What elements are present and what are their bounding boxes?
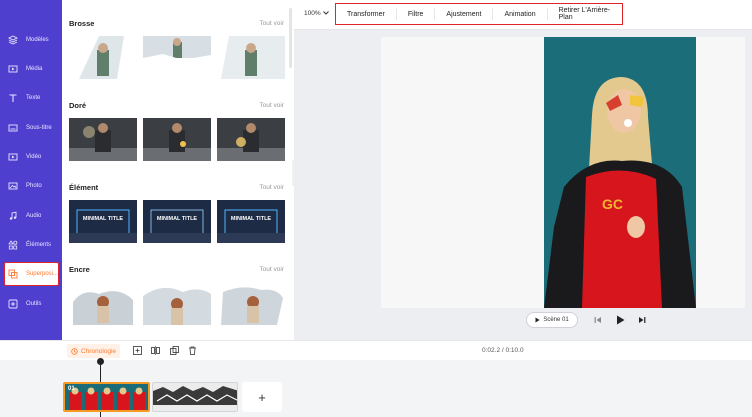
add-clip-button[interactable]: + <box>242 382 282 412</box>
preview-canvas[interactable]: GC <box>381 37 745 308</box>
sidebar-item-video[interactable]: Vidéo <box>4 145 59 169</box>
see-all-link[interactable]: Tout voir <box>259 20 284 27</box>
element-thumbnail[interactable]: MINIMAL TITLE <box>143 200 211 243</box>
trash-icon <box>189 346 196 355</box>
chronologie-label: Chronologie <box>81 347 117 355</box>
video-icon <box>7 151 19 163</box>
element-thumbnail[interactable]: MINIMAL TITLE <box>217 200 285 243</box>
sidebar-item-label: Vidéo <box>26 154 42 160</box>
previous-button[interactable] <box>591 313 605 327</box>
sidebar-item-label: Média <box>26 66 43 72</box>
overlay-icon <box>8 268 19 280</box>
elements-icon <box>7 239 19 251</box>
skip-back-icon <box>594 317 601 323</box>
playhead-handle[interactable] <box>97 358 104 365</box>
split-button[interactable] <box>150 345 161 356</box>
sidebar: Modèles Média Texte Sous-titre Vidéo Pho… <box>0 0 62 340</box>
sidebar-item-media[interactable]: Média <box>4 57 59 81</box>
play-icon <box>616 315 624 325</box>
sidebar-item-sous-titre[interactable]: Sous-titre <box>4 116 59 140</box>
timeline-clip-selected[interactable]: 01 <box>63 382 150 412</box>
add-scene-button[interactable] <box>132 345 143 356</box>
svg-text:GC: GC <box>602 196 623 212</box>
brush-thumbnail[interactable] <box>143 36 211 79</box>
next-button[interactable] <box>635 313 649 327</box>
scene-label: Scène 01 <box>543 317 569 323</box>
play-small-icon <box>535 317 540 323</box>
ink-thumbnail[interactable] <box>217 282 285 325</box>
photo-icon <box>7 180 19 192</box>
text-icon <box>7 92 19 104</box>
overlay-panel: Brosse Tout voir Doré Tout voir Élément … <box>62 0 294 340</box>
section-title: Encre <box>69 265 90 274</box>
remove-background-button[interactable]: Retirer L'Arrière-Plan <box>548 7 622 21</box>
adjustment-button[interactable]: Ajustement <box>435 8 494 20</box>
brush-thumbnail[interactable] <box>69 36 137 79</box>
see-all-link[interactable]: Tout voir <box>259 266 284 273</box>
section-title: Brosse <box>69 19 95 28</box>
edit-tools-group: Transformer Filtre Ajustement Animation … <box>335 3 623 25</box>
layers-icon <box>7 34 19 46</box>
brush-thumbnail[interactable] <box>217 36 285 79</box>
media-icon <box>7 63 19 75</box>
gold-thumbnail[interactable] <box>143 118 211 161</box>
tools-icon <box>7 298 19 310</box>
sidebar-item-outils[interactable]: Outils <box>4 292 59 316</box>
ink-thumbnail[interactable] <box>143 282 211 325</box>
zoom-value: 100% <box>304 10 321 17</box>
element-thumbnail[interactable]: MINIMAL TITLE <box>69 200 137 243</box>
element-thumbnail-title: MINIMAL TITLE <box>82 216 124 222</box>
time-display: 0:02.2 / 0:10.0 <box>482 347 524 354</box>
sidebar-item-label: Audio <box>26 213 42 219</box>
duplicate-button[interactable] <box>169 345 180 356</box>
split-icon <box>151 346 160 355</box>
filter-button[interactable]: Filtre <box>397 8 436 20</box>
chevron-down-icon <box>323 11 330 15</box>
see-all-link[interactable]: Tout voir <box>259 184 284 191</box>
sidebar-item-photo[interactable]: Photo <box>4 174 59 198</box>
sidebar-item-label: Éléments <box>26 242 52 248</box>
duplicate-icon <box>170 346 179 355</box>
chronologie-button[interactable]: Chronologie <box>67 344 121 358</box>
sidebar-item-audio[interactable]: Audio <box>4 204 59 228</box>
timeline-icon <box>71 347 78 355</box>
panel-scrollbar[interactable] <box>289 8 292 68</box>
sidebar-item-label: Sous-titre <box>26 125 52 131</box>
audio-icon <box>7 210 19 222</box>
sidebar-item-label: Modèles <box>26 37 49 43</box>
zoom-dropdown[interactable]: 100% <box>304 10 330 17</box>
sidebar-item-texte[interactable]: Texte <box>4 86 59 110</box>
gold-thumbnail[interactable] <box>69 118 137 161</box>
skip-forward-icon <box>639 317 646 323</box>
play-button[interactable] <box>613 313 627 327</box>
sidebar-item-label: Outils <box>26 301 42 307</box>
sidebar-item-label: Texte <box>26 95 41 101</box>
section-title: Élément <box>69 183 99 192</box>
ink-thumbnail[interactable] <box>69 282 137 325</box>
timeline-clip[interactable] <box>152 382 238 412</box>
delete-button[interactable] <box>187 345 198 356</box>
add-frame-icon <box>133 346 142 355</box>
canvas-area: GC <box>294 30 752 340</box>
toolbar: 100% Transformer Filtre Ajustement Anima… <box>294 0 752 30</box>
animation-button[interactable]: Animation <box>493 8 548 20</box>
preview-image: GC <box>544 37 696 308</box>
element-thumbnail-title: MINIMAL TITLE <box>230 216 272 222</box>
timeline-toolbar: Chronologie 0:02.2 / 0:10.0 <box>0 340 752 360</box>
subtitle-icon <box>7 122 19 134</box>
element-thumbnail-title: MINIMAL TITLE <box>156 216 198 222</box>
sidebar-item-label: Superposi... <box>25 271 58 277</box>
see-all-link[interactable]: Tout voir <box>259 102 284 109</box>
sidebar-item-elements[interactable]: Éléments <box>4 233 59 257</box>
scene-button[interactable]: Scène 01 <box>526 312 578 328</box>
section-title: Doré <box>69 101 87 110</box>
clip-number: 01 <box>68 386 75 392</box>
gold-thumbnail[interactable] <box>217 118 285 161</box>
transform-button[interactable]: Transformer <box>336 8 397 20</box>
sidebar-item-modeles[interactable]: Modèles <box>4 28 59 52</box>
sidebar-item-superpositions[interactable]: Superposi... <box>4 262 59 286</box>
sidebar-item-label: Photo <box>26 183 42 189</box>
